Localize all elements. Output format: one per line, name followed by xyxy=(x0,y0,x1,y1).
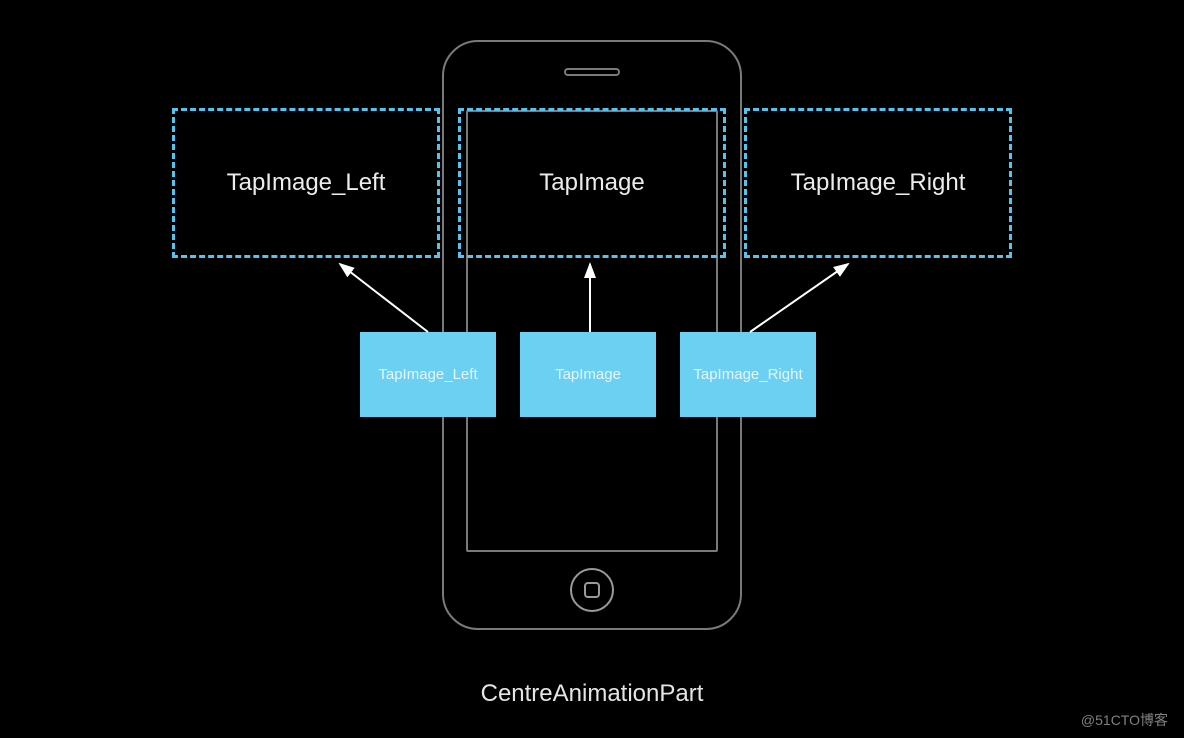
source-left-label: TapImage_Left xyxy=(378,366,477,383)
target-left: TapImage_Left xyxy=(172,108,440,258)
watermark: @51CTO博客 xyxy=(1081,710,1168,730)
source-right-label: TapImage_Right xyxy=(693,366,802,383)
target-center-label: TapImage xyxy=(539,169,644,197)
phone-home-button-icon xyxy=(570,568,614,612)
target-right-label: TapImage_Right xyxy=(791,169,966,197)
arrow-right xyxy=(750,264,848,332)
source-center: TapImage xyxy=(520,332,656,417)
target-left-label: TapImage_Left xyxy=(227,169,386,197)
source-right: TapImage_Right xyxy=(680,332,816,417)
arrow-left xyxy=(340,264,428,332)
source-left: TapImage_Left xyxy=(360,332,496,417)
target-right: TapImage_Right xyxy=(744,108,1012,258)
target-center: TapImage xyxy=(458,108,726,258)
diagram-stage: TapImage_Left TapImage TapImage_Right Ta… xyxy=(0,0,1184,738)
source-center-label: TapImage xyxy=(555,366,621,383)
diagram-caption: CentreAnimationPart xyxy=(0,680,1184,708)
phone-speaker-icon xyxy=(564,68,620,76)
